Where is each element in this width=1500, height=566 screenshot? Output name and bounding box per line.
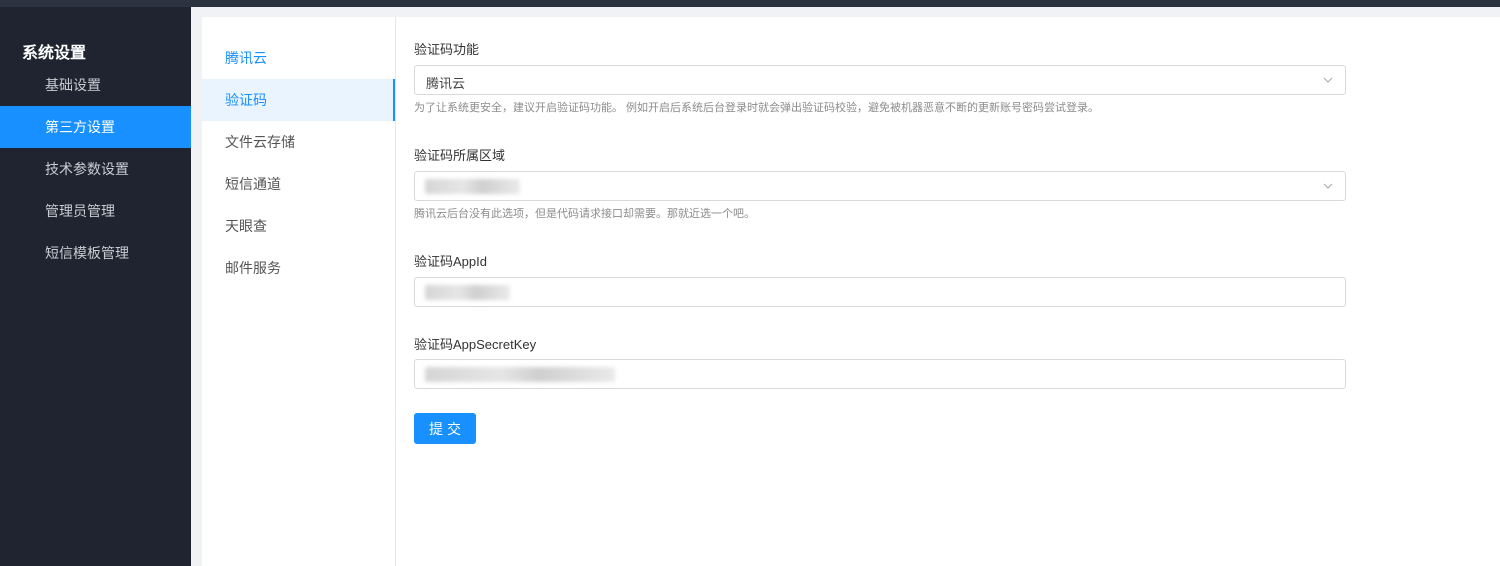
captcha-function-select[interactable]: 腾讯云 — [414, 65, 1346, 95]
captcha-function-label: 验证码功能 — [414, 42, 480, 57]
captcha-secret-label: 验证码AppSecretKey — [414, 337, 537, 352]
captcha-secret-input[interactable] — [414, 359, 1346, 389]
captcha-appid-input[interactable] — [414, 277, 1346, 307]
sub-navigation: 腾讯云 验证码 文件云存储 短信通道 天眼查 邮件服务 — [202, 17, 396, 566]
sidebar-item-sms-templates[interactable]: 短信模板管理 — [0, 232, 191, 274]
tab-sms-channel[interactable]: 短信通道 — [202, 163, 395, 205]
captcha-region-help: 腾讯云后台没有此选项，但是代码请求接口却需要。那就近选一个吧。 — [414, 208, 755, 220]
tab-file-cloud-storage[interactable]: 文件云存储 — [202, 121, 395, 163]
sidebar-item-basic-settings[interactable]: 基础设置 — [0, 64, 191, 106]
submit-button[interactable]: 提交 — [414, 413, 476, 444]
chevron-down-icon — [1323, 77, 1333, 83]
sidebar: 系统设置 基础设置 第三方设置 技术参数设置 管理员管理 短信模板管理 — [0, 7, 191, 566]
sidebar-item-third-party-settings[interactable]: 第三方设置 — [0, 106, 191, 148]
top-bar — [0, 0, 1500, 7]
sidebar-item-admin-management[interactable]: 管理员管理 — [0, 190, 191, 232]
captcha-function-help: 为了让系统更安全，建议开启验证码功能。 例如开启后系统后台登录时就会弹出验证码校… — [414, 102, 1100, 114]
tab-mail-service[interactable]: 邮件服务 — [202, 247, 395, 289]
tab-tencent-cloud[interactable]: 腾讯云 — [202, 37, 395, 79]
sidebar-title: 系统设置 — [22, 45, 87, 62]
content-panel: 腾讯云 验证码 文件云存储 短信通道 天眼查 邮件服务 验证码功能 腾讯云 为了… — [202, 17, 1500, 566]
captcha-function-value: 腾讯云 — [426, 76, 466, 91]
redacted-value — [425, 285, 510, 300]
captcha-appid-label: 验证码AppId — [414, 254, 487, 269]
redacted-value — [425, 179, 520, 194]
captcha-region-select[interactable] — [414, 171, 1346, 201]
tab-tianyancha[interactable]: 天眼查 — [202, 205, 395, 247]
tab-captcha[interactable]: 验证码 — [202, 79, 395, 121]
sidebar-item-tech-params[interactable]: 技术参数设置 — [0, 148, 191, 190]
chevron-down-icon — [1323, 183, 1333, 189]
captcha-region-label: 验证码所属区域 — [414, 148, 506, 163]
redacted-value — [425, 367, 615, 382]
